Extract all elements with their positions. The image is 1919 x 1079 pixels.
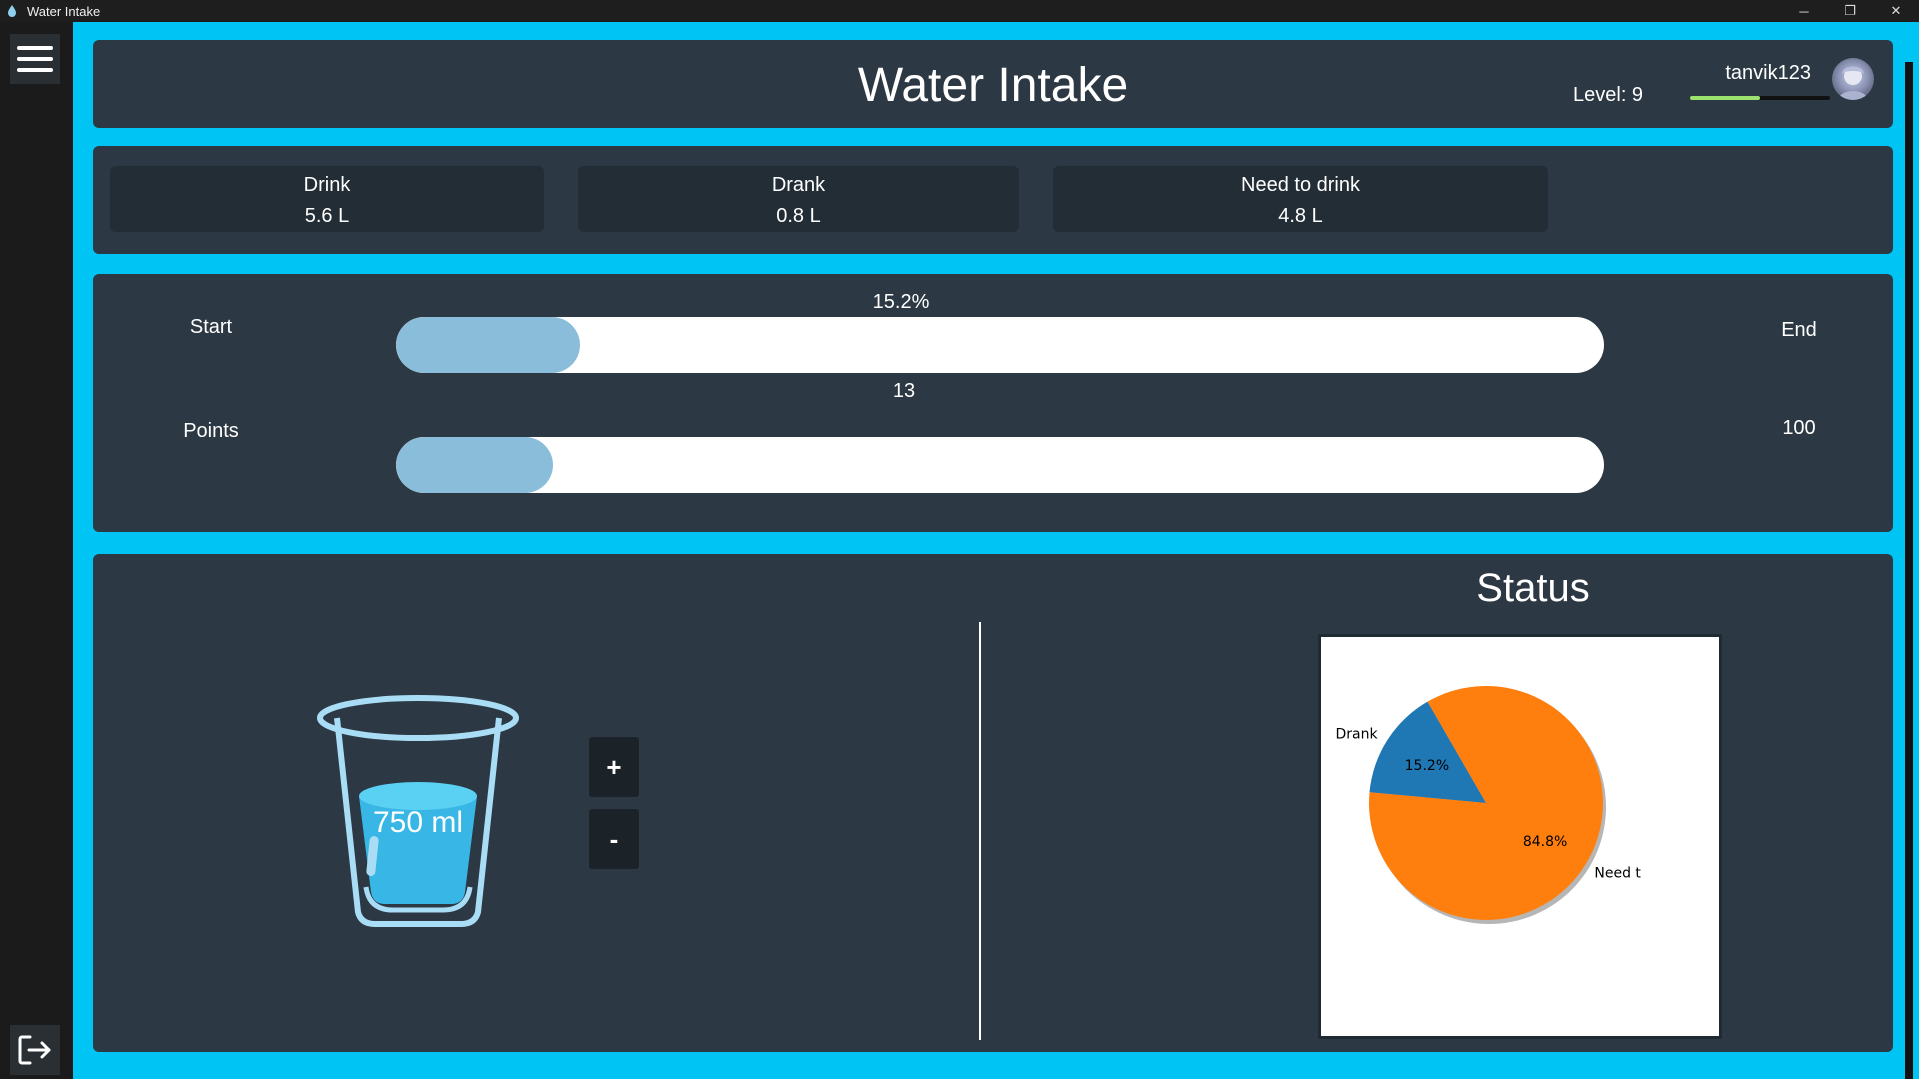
- logout-button[interactable]: [10, 1025, 60, 1075]
- points-value-caption: 13: [892, 380, 916, 402]
- stat-card-drink: Drink 5.6 L: [110, 166, 544, 232]
- bottom-panel: 750 ml + - Status 15.2% Drank 84.8% Need t: [93, 554, 1893, 1052]
- avatar[interactable]: [1832, 58, 1874, 100]
- intake-progress-fill: [396, 317, 580, 373]
- level-label: Level: 9: [1573, 84, 1644, 106]
- pie-pct-label-drank: 15.2%: [1405, 758, 1449, 774]
- hamburger-menu-button[interactable]: [10, 34, 60, 84]
- intake-start-label: Start: [189, 316, 233, 338]
- logout-icon: [18, 1035, 51, 1065]
- pie-chart-svg: 15.2% Drank 84.8% Need t: [1336, 686, 1641, 924]
- header-panel: Water Intake tanvik123 Level: 9: [93, 40, 1893, 128]
- intake-progress-bar: [396, 317, 1604, 373]
- stat-label: Need to drink: [1241, 174, 1360, 196]
- status-pie-chart: 15.2% Drank 84.8% Need t: [1318, 634, 1722, 1039]
- window-title: Water Intake: [27, 3, 101, 19]
- main-area: Water Intake tanvik123 Level: 9 Drink 5.…: [73, 22, 1919, 1079]
- minimize-button[interactable]: ─: [1781, 0, 1827, 22]
- water-amount: 750 ml: [372, 806, 464, 839]
- stat-card-need-to-drink: Need to drink 4.8 L: [1053, 166, 1548, 232]
- stat-label: Drank: [771, 174, 826, 196]
- close-button[interactable]: ✕: [1873, 0, 1919, 22]
- stat-value: 5.6 L: [304, 205, 350, 227]
- points-max-label: 100: [1782, 417, 1816, 439]
- stat-label: Drink: [303, 174, 351, 196]
- increase-amount-button[interactable]: +: [589, 737, 639, 797]
- sidebar: [0, 22, 73, 1079]
- pie-slice-label-need: Need t: [1594, 865, 1641, 881]
- level-progress-fill: [1690, 96, 1760, 100]
- scrollbar[interactable]: [1905, 62, 1913, 1079]
- stat-value: 0.8 L: [776, 205, 821, 227]
- status-title: Status: [1476, 566, 1590, 610]
- avatar-image-icon: [1838, 66, 1868, 100]
- maximize-button[interactable]: ❐: [1827, 0, 1873, 22]
- water-drop-icon: [8, 5, 16, 17]
- section-divider: [979, 622, 981, 1040]
- progress-panel: Start 15.2% End Points 13 100: [93, 274, 1893, 532]
- stat-card-drank: Drank 0.8 L: [578, 166, 1019, 232]
- window-titlebar: Water Intake ─ ❐ ✕: [0, 0, 1919, 22]
- level-progress-bar: [1690, 96, 1830, 100]
- hamburger-menu-icon: [17, 46, 53, 72]
- stat-value: 4.8 L: [1278, 205, 1323, 227]
- pie-slice-label-drank: Drank: [1336, 727, 1379, 743]
- stats-panel: Drink 5.6 L Drank 0.8 L Need to drink 4.…: [93, 146, 1893, 254]
- pie-pct-label-need: 84.8%: [1523, 834, 1567, 850]
- intake-percent-caption: 15.2%: [872, 291, 930, 313]
- username: tanvik123: [1725, 62, 1811, 84]
- points-progress-fill: [396, 437, 554, 493]
- decrease-amount-button[interactable]: -: [589, 809, 639, 869]
- points-progress-bar: [396, 437, 1604, 493]
- points-label: Points: [183, 420, 239, 442]
- intake-end-label: End: [1781, 319, 1817, 341]
